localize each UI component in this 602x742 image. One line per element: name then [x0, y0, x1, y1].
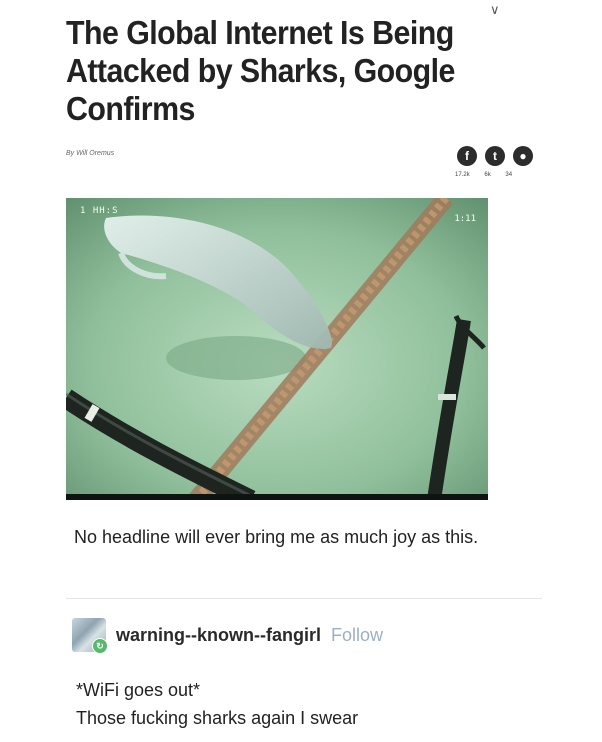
facebook-count: 17.2k	[455, 172, 470, 178]
twitter-icon[interactable]: t	[485, 146, 505, 166]
share-counts: 17.2k 6k 34	[455, 172, 525, 178]
reblog-badge-icon: ↻	[92, 638, 108, 654]
article-headline: The Global Internet Is Being Attacked by…	[66, 14, 455, 127]
facebook-icon[interactable]: f	[457, 146, 477, 166]
comment-count: 34	[505, 172, 513, 178]
post-divider	[66, 598, 542, 599]
comment-icon[interactable]: ●	[513, 146, 533, 166]
avatar[interactable]: ↻	[72, 618, 108, 654]
post-caption: No headline will ever bring me as much j…	[74, 527, 479, 547]
video-osd-right: 1:11	[454, 214, 476, 224]
shark-cable-image	[66, 198, 488, 500]
reblog-header: ↻ warning--known--fangirl Follow	[72, 618, 383, 654]
reblog-username[interactable]: warning--known--fangirl	[116, 625, 321, 646]
article-byline: By Will Oremus	[66, 150, 115, 157]
twitter-count: 6k	[484, 172, 491, 178]
video-osd-left: 1 HH:S	[80, 206, 119, 216]
follow-button[interactable]: Follow	[331, 625, 383, 646]
reblog-comment: *WiFi goes out* Those fucking sharks aga…	[76, 676, 358, 732]
reblog-line-1: *WiFi goes out*	[76, 680, 201, 700]
reblog-line-2: Those fucking sharks again I swear	[76, 708, 359, 728]
share-bar: f t ●	[457, 146, 533, 166]
shark-video-still[interactable]: 1 HH:S 1:11	[66, 198, 488, 500]
